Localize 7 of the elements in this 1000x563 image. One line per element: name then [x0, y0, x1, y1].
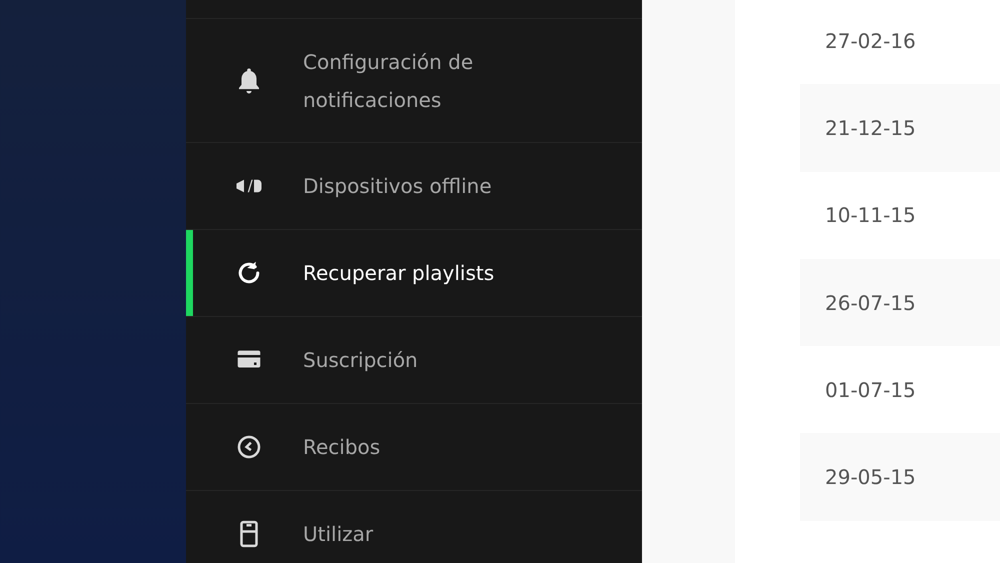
- date-cell: 26-07-15: [825, 290, 916, 315]
- date-cell: 29-05-15: [825, 465, 916, 490]
- date-cell: 01-07-15: [825, 378, 916, 402]
- sidebar-item[interactable]: Recuperar playlists: [186, 230, 642, 317]
- date-cell: 10-11-15: [825, 203, 916, 228]
- date-cell: 21-12-15: [825, 116, 916, 140]
- date-cell: 27-02-16: [825, 28, 916, 53]
